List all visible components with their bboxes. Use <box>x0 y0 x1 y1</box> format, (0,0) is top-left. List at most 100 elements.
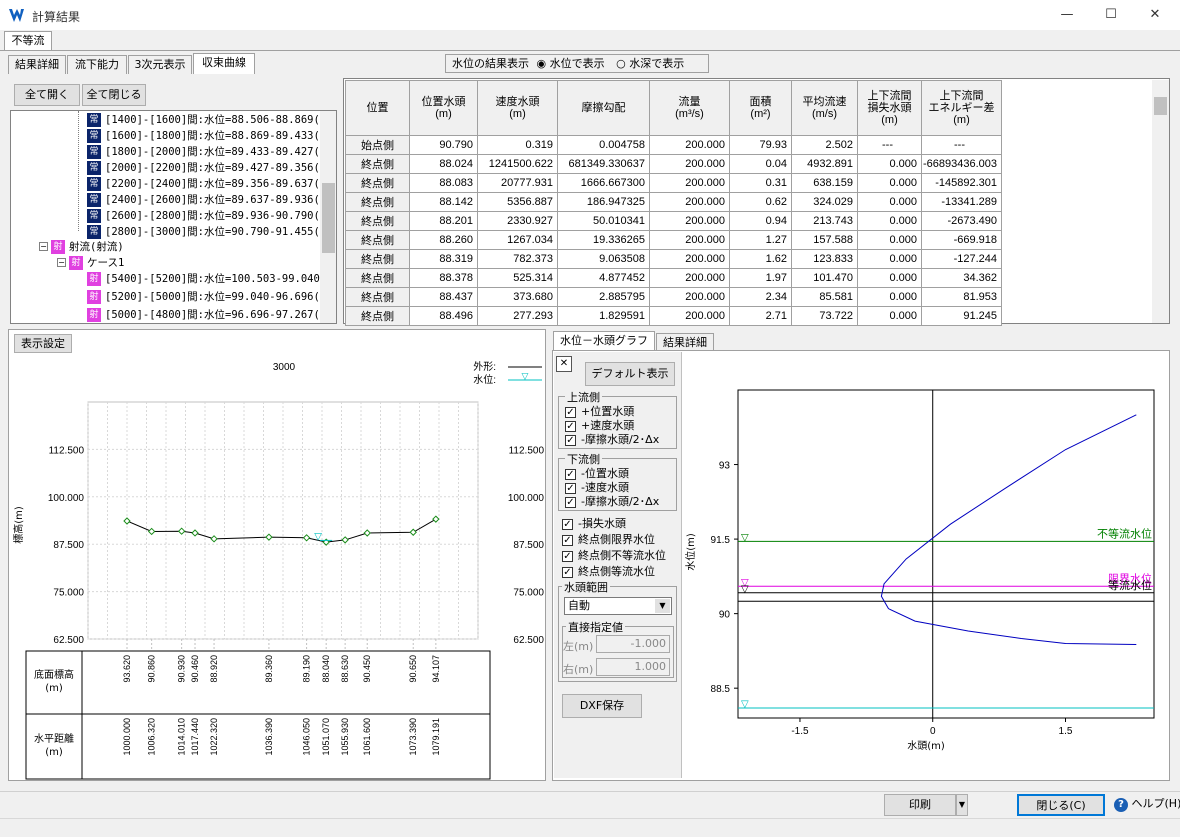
tree-item[interactable]: 常 [2800]-[3000]間:水位=90.790-91.455(m) <box>87 224 332 240</box>
level-label: 等流水位 <box>1108 578 1152 592</box>
tree-case-label: ケース1 <box>87 257 125 269</box>
option-checkbox[interactable]: ✓ -摩擦水頭/2･Δx <box>565 431 659 447</box>
distance-value: 1006.320 <box>147 718 157 756</box>
tab-graph-result-detail[interactable]: 結果詳細 <box>656 333 714 351</box>
checkbox-checked-icon: ✓ <box>565 420 576 432</box>
table-header[interactable]: 摩擦勾配 <box>557 80 650 136</box>
result-display-label: 水位の結果表示 <box>452 57 529 70</box>
help-button[interactable]: ? ヘルプ(H) <box>1114 794 1180 816</box>
table-scrollbar[interactable] <box>1152 80 1169 323</box>
tree-case-item[interactable]: 射 [5200]-[5000]間:水位=99.040-96.696(m) <box>87 289 332 305</box>
option-checkbox[interactable]: ✓ -摩擦水頭/2･Δx <box>565 493 659 509</box>
radio-water-depth[interactable]: ○ 水深で表示 <box>616 57 684 70</box>
tab-level-head-graph[interactable]: 水位－水頭グラフ <box>553 331 655 351</box>
close-options-button[interactable]: ✕ <box>556 356 572 372</box>
table-row[interactable]: 終点側 88.378 525.314 4.877452 200.000 1.97 101.4… <box>345 268 1002 288</box>
table-header[interactable]: 面積 (m²) <box>729 80 792 136</box>
table-header[interactable]: 位置水頭 (m) <box>409 80 478 136</box>
result-display-group: 水位の結果表示 ◉ 水位で表示 ○ 水深で表示 <box>445 54 709 73</box>
option-checkbox[interactable]: ✓ 終点側限界水位 <box>562 531 655 547</box>
radio-water-level-label: 水位で表示 <box>549 57 605 70</box>
tab-nonuniform-flow[interactable]: 不等流 <box>4 31 52 51</box>
tree-item[interactable]: 常 [2600]-[2800]間:水位=89.936-90.790(m) <box>87 208 332 224</box>
close-button[interactable]: 閉じる(C) <box>1017 794 1105 816</box>
table-cell: 200.000 <box>649 268 730 288</box>
right-value-input[interactable]: 1.000 <box>596 658 670 676</box>
table-row[interactable]: 始点側 90.790 0.319 0.004758 200.000 79.93 2.502-… <box>345 135 1002 155</box>
table-cell: 34.362 <box>921 268 1002 288</box>
table-cell: 1.27 <box>729 230 792 250</box>
option-checkbox[interactable]: ✓ 終点側不等流水位 <box>562 547 666 563</box>
print-button[interactable]: 印刷 <box>884 794 956 816</box>
table-cell: 0.000 <box>857 249 922 269</box>
legend-water-label: 水位: <box>473 373 496 386</box>
option-checkbox[interactable]: ✓ 終点側等流水位 <box>562 563 655 579</box>
table-row[interactable]: 終点側 88.083 20777.931 1666.667300 200.000 0.31… <box>345 173 1002 193</box>
bed-elevation-value: 90.650 <box>408 655 418 683</box>
table-row[interactable]: 終点側 88.142 5356.887 186.947325 200.000 0.62 32… <box>345 192 1002 212</box>
y-tick-label: 88.5 <box>711 684 731 695</box>
y-tick-label-left: 62.500 <box>53 635 84 646</box>
maximize-button[interactable]: ☐ <box>1089 4 1133 26</box>
table-scroll-thumb[interactable] <box>1154 97 1167 115</box>
close-window-button[interactable]: ✕ <box>1133 4 1177 26</box>
table-header[interactable]: 位置 <box>345 80 410 136</box>
table-cell: 638.159 <box>791 173 858 193</box>
tree-group-row[interactable]: 射射流(射流) <box>51 239 124 255</box>
tree-item-label: [2200]-[2400]間:水位=89.356-89.637(m) <box>105 178 333 190</box>
section-point <box>302 534 311 542</box>
table-cell: 88.378 <box>409 268 478 288</box>
default-view-button[interactable]: デフォルト表示 <box>585 362 675 386</box>
table-row[interactable]: 終点側 88.024 1241500.622 681349.330637 200.000… <box>345 154 1002 174</box>
tab-result-detail[interactable]: 結果詳細 <box>8 55 66 74</box>
row-position-cell: 始点側 <box>345 135 410 155</box>
tree-item[interactable]: 常 [1800]-[2000]間:水位=89.433-89.427(m) <box>87 144 332 160</box>
table-header[interactable]: 上下流間 損失水頭 (m) <box>857 80 922 136</box>
table-header[interactable]: 流量 (m³/s) <box>649 80 730 136</box>
tree-item[interactable]: 常 [1400]-[1600]間:水位=88.506-88.869(m) <box>87 112 332 128</box>
minimize-button[interactable]: — <box>1045 4 1089 26</box>
tree-scrollbar[interactable] <box>320 111 336 323</box>
tree-item[interactable]: 常 [2000]-[2200]間:水位=89.427-89.356(m) <box>87 160 332 176</box>
print-dropdown-button[interactable]: ▼ <box>956 794 968 816</box>
y-tick-label: 90 <box>719 610 731 621</box>
tree-item[interactable]: 常 [1600]-[1800]間:水位=88.869-89.433(m) <box>87 128 332 144</box>
tree-scroll-thumb[interactable] <box>322 183 335 253</box>
tree-item[interactable]: 常 [2200]-[2400]間:水位=89.356-89.637(m) <box>87 176 332 192</box>
dxf-save-button[interactable]: DXF保存 <box>562 694 642 718</box>
table-row[interactable]: 終点側 88.201 2330.927 50.010341 200.000 0.94 213… <box>345 211 1002 231</box>
table-header[interactable]: 上下流間 エネルギー差 (m) <box>921 80 1002 136</box>
radio-water-level[interactable]: ◉ 水位で表示 <box>537 57 605 70</box>
table-row[interactable]: 終点側 88.496 277.293 1.829591 200.000 2.71 73.72… <box>345 306 1002 326</box>
table-row[interactable]: 終点側 88.319 782.373 9.063508 200.000 1.62 123.8… <box>345 249 1002 269</box>
display-settings-button[interactable]: 表示設定 <box>14 334 72 353</box>
tab-convergence-curve[interactable]: 収束曲線 <box>193 53 255 74</box>
option-checkbox-label: -損失水頭 <box>578 517 626 530</box>
result-tree[interactable]: 常 [1400]-[1600]間:水位=88.506-88.869(m) 常 [160… <box>10 110 337 324</box>
table-row[interactable]: 終点側 88.437 373.680 2.885795 200.000 2.34 85.58… <box>345 287 1002 307</box>
collapse-all-button[interactable]: 全て閉じる <box>82 84 146 106</box>
tab-flow-capacity[interactable]: 流下能力 <box>67 55 127 74</box>
table-cell: 101.470 <box>791 268 858 288</box>
table-row[interactable]: 終点側 88.260 1267.034 19.336265 200.000 1.27 157… <box>345 230 1002 250</box>
y-tick-label-left: 112.500 <box>49 445 85 456</box>
jet-flow-icon: 射 <box>87 272 101 286</box>
table-cell: 1666.667300 <box>557 173 650 193</box>
left-value-input[interactable]: -1.000 <box>596 635 670 653</box>
table-cell: 88.437 <box>409 287 478 307</box>
table-header[interactable]: 速度水頭 (m) <box>477 80 558 136</box>
head-range-select[interactable]: 自動 ▼ <box>564 597 672 615</box>
option-checkbox[interactable]: ✓ -損失水頭 <box>562 515 626 531</box>
table-cell: 5356.887 <box>477 192 558 212</box>
tab-3d-view[interactable]: 3次元表示 <box>128 55 192 74</box>
tree-item-label: [2600]-[2800]間:水位=89.936-90.790(m) <box>105 210 333 222</box>
tree-case-item[interactable]: 射 [5400]-[5200]間:水位=100.503-99.040(m) <box>87 271 336 287</box>
tree-case-item-label: [5200]-[5000]間:水位=99.040-96.696(m) <box>105 291 333 303</box>
expand-all-button[interactable]: 全て開く <box>14 84 80 106</box>
option-checkbox-label: 終点側限界水位 <box>578 533 655 546</box>
y-tick-label-right: 100.000 <box>508 493 545 504</box>
table-header[interactable]: 平均流速 (m/s) <box>791 80 858 136</box>
tree-item[interactable]: 常 [2400]-[2600]間:水位=89.637-89.936(m) <box>87 192 332 208</box>
tree-case-row[interactable]: 射ケース1 <box>69 255 124 271</box>
tree-case-item[interactable]: 射 [5000]-[4800]間:水位=96.696-97.267(m) <box>87 307 332 323</box>
